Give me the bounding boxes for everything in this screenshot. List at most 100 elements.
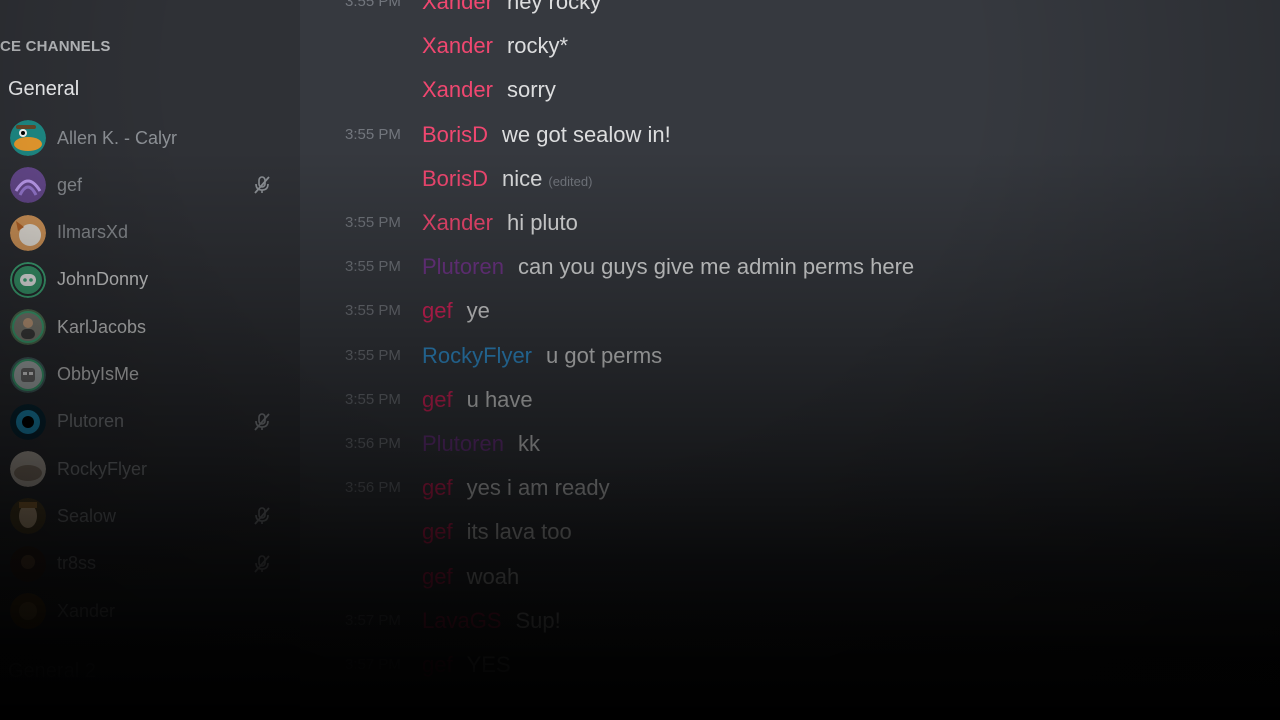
voice-user-row[interactable]: Allen K. - Calyr: [10, 118, 290, 158]
message-author[interactable]: gef: [422, 298, 453, 323]
voice-user-name: RockyFlyer: [57, 458, 148, 479]
chat-message[interactable]: gef its lava too: [300, 512, 1280, 552]
voice-user-row[interactable]: Xander: [10, 591, 290, 631]
message-author[interactable]: RockyFlyer: [422, 343, 532, 368]
discord-logo-avatar-icon: [10, 261, 46, 298]
voice-user-row[interactable]: KarlJacobs: [10, 307, 290, 347]
message-body: BorisD we got sealow in!: [422, 115, 671, 158]
muted-microphone-icon: [252, 175, 272, 195]
message-timestamp: 3:55 PM: [345, 258, 401, 276]
message-author[interactable]: gef: [422, 475, 453, 500]
voice-user-row[interactable]: RockyFlyer: [10, 449, 290, 489]
eye-avatar-icon: [10, 403, 46, 440]
message-author[interactable]: Xander: [422, 210, 493, 235]
message-timestamp: 3:55 PM: [345, 346, 401, 364]
voice-user-name: KarlJacobs: [57, 316, 147, 337]
voice-user-row[interactable]: gef: [10, 165, 290, 205]
brown-avatar-icon: [10, 593, 46, 629]
voice-user-name: gef: [57, 174, 83, 195]
voice-channel-general[interactable]: General: [8, 78, 79, 101]
voice-user-row[interactable]: JohnDonny: [10, 260, 290, 300]
message-text: kk: [517, 431, 540, 456]
chat-message[interactable]: 3:56 PM Plutoren kk: [300, 424, 1280, 464]
muted-microphone-icon: [252, 412, 272, 432]
message-author[interactable]: BorisD: [422, 122, 488, 147]
chat-message[interactable]: 3:55 PM BorisD we got sealow in!: [300, 115, 1280, 155]
message-author[interactable]: Xander: [422, 0, 493, 14]
message-text: nice: [502, 165, 543, 191]
chat-message[interactable]: 3:55 PM gef ye: [300, 291, 1280, 331]
fox-avatar-icon: [10, 214, 46, 251]
message-author[interactable]: BorisD: [422, 166, 488, 191]
person-avatar-icon: [10, 309, 46, 346]
voice-user-row[interactable]: IlmarsXd: [10, 213, 290, 253]
voice-channel-sidebar: CE CHANNELS General Allen K. - Calyr gef I…: [0, 0, 300, 720]
chat-message[interactable]: 3:55 PM Plutoren can you guys give me admi…: [300, 247, 1280, 287]
message-text: u got perms: [546, 342, 663, 368]
voice-user-row[interactable]: Sealow: [10, 496, 290, 536]
message-body: RockyFlyer u got perms: [422, 336, 662, 379]
message-text: YES: [466, 652, 511, 677]
message-text: yes i am ready: [466, 475, 610, 501]
chat-message[interactable]: 3:55 PM RockyFlyer u got perms: [300, 336, 1280, 376]
edited-label: (edited): [548, 173, 593, 189]
message-body: gef woah: [422, 557, 519, 600]
message-body: LavaGS Sup!: [422, 601, 561, 644]
message-body: Plutoren can you guys give me admin perms…: [422, 247, 914, 290]
message-timestamp: 3:56 PM: [345, 479, 401, 497]
voice-user-name: tr8ss: [57, 553, 97, 574]
message-body: Plutoren kk: [422, 424, 540, 467]
chat-message[interactable]: 3:55 PM Xander hi pluto: [300, 203, 1280, 243]
chat-message-area: 3:55 PM Xander hey rocky Xander rocky* Xander…: [300, 0, 1280, 720]
message-text: rocky*: [506, 33, 569, 59]
chat-message[interactable]: gef woah: [300, 557, 1280, 597]
message-text: sorry: [506, 77, 556, 103]
chat-message[interactable]: Xander rocky*: [300, 26, 1280, 66]
message-timestamp: 3:55 PM: [345, 390, 401, 408]
message-timestamp: 3:55 PM: [345, 125, 401, 143]
message-text: can you guys give me admin perms here: [517, 254, 915, 280]
message-author[interactable]: Xander: [422, 77, 493, 102]
purple-avatar-icon: [10, 167, 46, 204]
message-timestamp: 3:56 PM: [345, 435, 401, 452]
voice-user-row[interactable]: tr8ss: [10, 544, 290, 584]
message-author[interactable]: gef: [422, 564, 453, 589]
chat-message[interactable]: Xander sorry: [300, 70, 1280, 110]
message-body: gef u have: [422, 380, 533, 423]
voice-user-name: IlmarsXd: [57, 222, 129, 243]
voice-user-name: ObbyIsMe: [57, 364, 140, 384]
chat-message[interactable]: BorisD nice (edited): [300, 159, 1280, 199]
message-author[interactable]: gef: [422, 519, 453, 544]
voice-user-row[interactable]: Plutoren: [10, 402, 290, 442]
voice-user-name: JohnDonny: [57, 269, 149, 290]
message-text: u have: [466, 386, 533, 412]
message-author[interactable]: gef: [422, 652, 453, 677]
message-body: Xander hey rocky: [422, 0, 601, 25]
voice-channels-header[interactable]: CE CHANNELS: [0, 38, 111, 55]
dark-avatar-icon: [10, 545, 46, 582]
message-author[interactable]: gef: [422, 387, 453, 412]
message-author[interactable]: Plutoren: [422, 254, 504, 279]
character-avatar-icon: [10, 356, 46, 393]
message-text: hey rocky: [506, 0, 602, 14]
message-body: Xander sorry: [422, 70, 556, 113]
message-text: ye: [466, 298, 490, 324]
message-text: Sup!: [515, 607, 561, 633]
muted-microphone-icon: [252, 506, 272, 526]
message-author[interactable]: Plutoren: [422, 431, 504, 456]
chat-message[interactable]: 3:55 PM Xander hey rocky: [300, 0, 1280, 22]
voice-channel-general-2[interactable]: General 2: [8, 660, 96, 683]
message-text: woah: [466, 563, 520, 589]
message-body: Xander rocky*: [422, 26, 568, 69]
chat-message[interactable]: 3:57 PM LavaGS Sup!: [300, 601, 1280, 641]
muted-microphone-icon: [252, 554, 272, 574]
chat-message[interactable]: 3:55 PM gef u have: [300, 380, 1280, 420]
message-text: its lava too: [466, 519, 572, 545]
chat-message[interactable]: 3:56 PM gef yes i am ready: [300, 468, 1280, 508]
voice-user-row[interactable]: ObbyIsMe: [10, 355, 290, 395]
chat-footer-text: ...: [820, 694, 834, 711]
message-author[interactable]: Xander: [422, 33, 493, 58]
message-author[interactable]: LavaGS: [422, 608, 502, 633]
chat-message[interactable]: 3:57 PM gef YES: [300, 645, 1280, 685]
voice-user-name: Sealow: [57, 505, 117, 526]
